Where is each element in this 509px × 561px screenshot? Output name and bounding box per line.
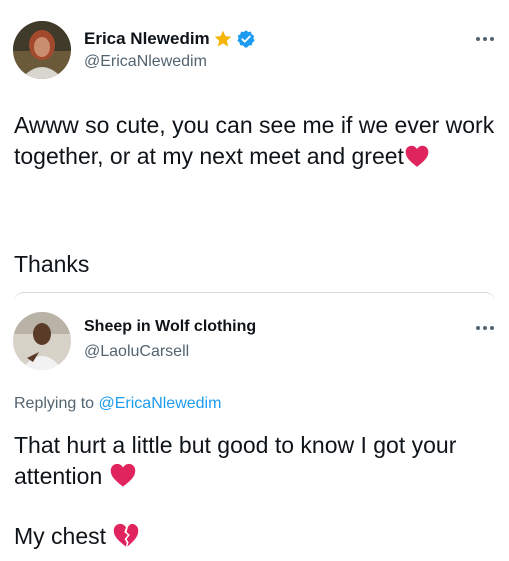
- reply-paragraph: My chest: [14, 523, 107, 549]
- replying-to: Replying to @EricaNlewedim: [14, 395, 221, 413]
- avatar[interactable]: [13, 312, 71, 370]
- tweet-card: Erica Nlewedim @EricaNlewedim Awww so cu…: [0, 0, 509, 300]
- tweet-text: Awww so cute, you can see me if we ever …: [14, 110, 495, 172]
- more-icon[interactable]: [474, 34, 496, 44]
- avatar-photo: [13, 21, 71, 79]
- avatar-photo: [13, 312, 71, 370]
- heart-icon: [110, 463, 135, 487]
- reply-text: That hurt a little but good to know I go…: [14, 430, 495, 492]
- star-icon: [214, 30, 232, 47]
- display-name[interactable]: Erica Nlewedim: [84, 29, 210, 49]
- display-name[interactable]: Sheep in Wolf clothing: [84, 318, 256, 336]
- author-handle[interactable]: @LaoluCarsell: [84, 343, 189, 361]
- tweet-paragraph: Thanks: [14, 251, 90, 277]
- heart-icon: [405, 145, 429, 167]
- reply-text: My chest: [14, 521, 495, 552]
- broken-heart-icon: [114, 523, 139, 547]
- author-handle[interactable]: @EricaNlewedim: [84, 53, 207, 71]
- more-icon[interactable]: [474, 323, 496, 333]
- author-name-row: Sheep in Wolf clothing: [84, 318, 256, 336]
- replying-to-mention[interactable]: @EricaNlewedim: [99, 395, 222, 412]
- replying-to-label: Replying to: [14, 395, 95, 412]
- reply-paragraph: That hurt a little but good to know I go…: [14, 432, 457, 489]
- avatar[interactable]: [13, 21, 71, 79]
- verified-icon: [237, 30, 255, 48]
- author-name-row: Erica Nlewedim: [84, 29, 256, 49]
